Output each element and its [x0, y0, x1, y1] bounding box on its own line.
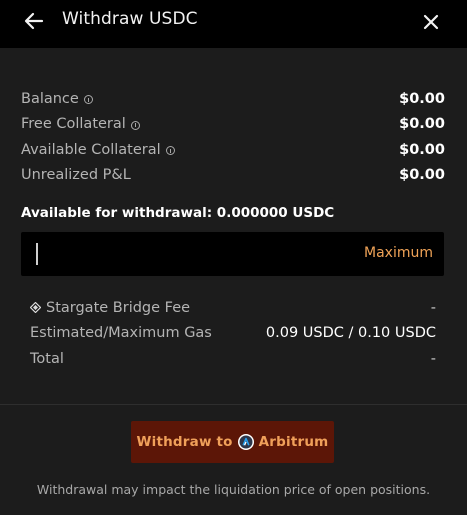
- account-summary: Balance $0.00 Free Collateral $0.00 Avai…: [21, 86, 445, 188]
- fee-row-total: Total -: [30, 346, 436, 372]
- divider: [0, 404, 467, 405]
- total-value: -: [430, 350, 436, 367]
- chain-name: Arbitrum: [258, 434, 329, 450]
- fee-row-gas: Estimated/Maximum Gas 0.09 USDC / 0.10 U…: [30, 321, 436, 347]
- summary-row-balance: Balance $0.00: [21, 86, 445, 112]
- unrealized-pnl-label: Unrealized P&L: [21, 167, 131, 184]
- info-icon[interactable]: [130, 120, 140, 130]
- back-button[interactable]: [22, 9, 46, 33]
- summary-row-unrealized-pnl: Unrealized P&L $0.00: [21, 163, 445, 189]
- bridge-fee-value: -: [430, 299, 436, 316]
- gas-label: Estimated/Maximum Gas: [30, 325, 212, 342]
- free-collateral-value: $0.00: [399, 116, 445, 133]
- stargate-icon: [30, 302, 41, 314]
- arrow-left-icon: [24, 12, 44, 30]
- modal-header: Withdraw USDC: [0, 0, 467, 48]
- fee-summary: Stargate Bridge Fee - Estimated/Maximum …: [30, 295, 436, 372]
- info-icon[interactable]: [83, 95, 93, 105]
- page-title: Withdraw USDC: [62, 9, 198, 29]
- amount-field[interactable]: Maximum: [21, 232, 444, 276]
- close-icon: [423, 14, 439, 30]
- fee-row-bridge: Stargate Bridge Fee -: [30, 295, 436, 321]
- gas-value: 0.09 USDC / 0.10 USDC: [265, 325, 436, 342]
- liquidation-warning: Withdrawal may impact the liquidation pr…: [36, 482, 431, 497]
- withdraw-button[interactable]: Withdraw to Arbitrum: [131, 421, 334, 463]
- available-for-withdrawal: Available for withdrawal: 0.000000 USDC: [21, 205, 335, 221]
- unrealized-pnl-value: $0.00: [399, 167, 445, 184]
- withdraw-button-label: Withdraw to: [136, 434, 233, 450]
- amount-input[interactable]: [37, 240, 337, 268]
- total-label: Total: [30, 350, 64, 367]
- available-collateral-label: Available Collateral: [21, 141, 161, 158]
- summary-row-available-collateral: Available Collateral $0.00: [21, 137, 445, 163]
- info-icon[interactable]: [165, 146, 175, 156]
- available-collateral-value: $0.00: [399, 141, 445, 158]
- close-button[interactable]: [420, 11, 442, 33]
- summary-row-free-collateral: Free Collateral $0.00: [21, 112, 445, 138]
- balance-label: Balance: [21, 90, 79, 107]
- free-collateral-label: Free Collateral: [21, 116, 126, 133]
- bridge-fee-label: Stargate Bridge Fee: [46, 299, 191, 316]
- maximum-button[interactable]: Maximum: [364, 245, 433, 261]
- arbitrum-icon: [237, 434, 254, 450]
- balance-value: $0.00: [399, 90, 445, 107]
